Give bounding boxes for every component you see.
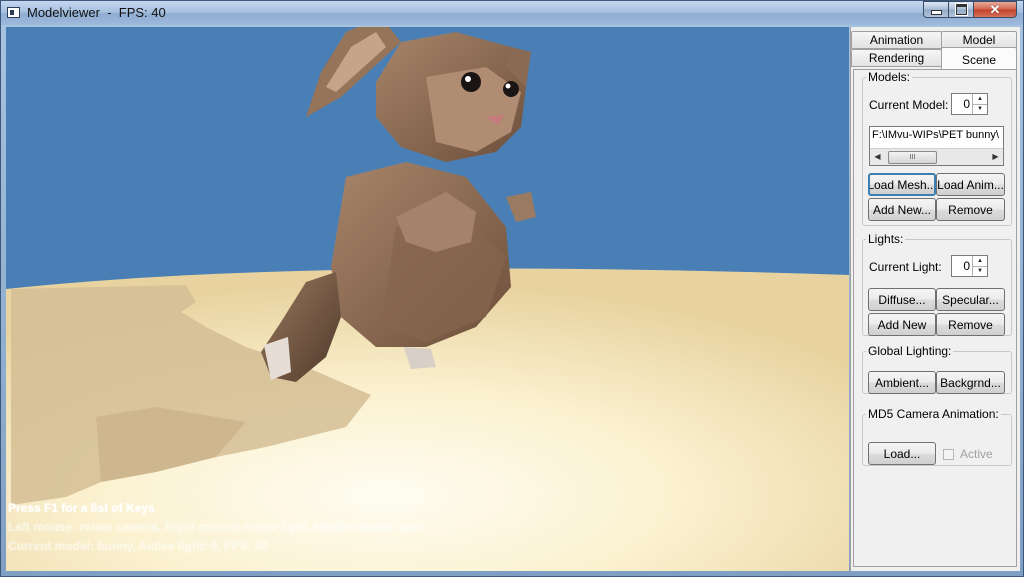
current-light-value: 0 <box>963 259 970 273</box>
spin-down-icon[interactable]: ▼ <box>973 266 987 276</box>
active-checkbox[interactable] <box>943 448 954 460</box>
maximize-icon <box>954 3 968 16</box>
help-text-line-3: Current model: bunny, Active light: 0, F… <box>8 539 269 553</box>
title-bar[interactable]: Modelviewer - FPS: 40 ✕ <box>1 1 1023 25</box>
camera-animation-group: MD5 Camera Animation: Load... Active <box>862 407 1012 466</box>
current-model-value: 0 <box>963 97 970 111</box>
tab-rendering[interactable]: Rendering <box>851 49 942 67</box>
load-camera-animation-button[interactable]: Load... <box>868 442 936 465</box>
window-icon[interactable] <box>7 7 20 18</box>
models-group: Models: Current Model: 0 ▲ ▼ F:\IMvu-WIP… <box>862 70 1012 226</box>
path-scrollbar[interactable]: ◀ III ▶ <box>870 148 1003 165</box>
model-path-field[interactable]: F:\IMvu-WIPs\PET bunny\ ◀ III ▶ <box>869 126 1004 166</box>
background-button[interactable]: Backgrnd... <box>936 371 1005 394</box>
add-new-light-button[interactable]: Add New <box>868 313 936 336</box>
current-model-label: Current Model: <box>869 98 949 112</box>
3d-viewport[interactable]: Press F1 for a list of Keys Left mouse: … <box>6 27 849 571</box>
specular-button[interactable]: Specular... <box>936 288 1005 311</box>
minimize-icon <box>930 10 942 15</box>
models-legend: Models: <box>868 70 911 84</box>
help-text-line-1: Press F1 for a list of Keys <box>8 501 155 515</box>
active-checkbox-label: Active <box>960 447 993 461</box>
load-anim-button[interactable]: Load Anim... <box>936 173 1005 196</box>
load-mesh-button[interactable]: Load Mesh... <box>868 173 936 196</box>
ambient-button[interactable]: Ambient... <box>868 371 936 394</box>
current-light-spinner[interactable]: 0 ▲ ▼ <box>951 255 988 277</box>
remove-light-button[interactable]: Remove <box>936 313 1005 336</box>
scroll-right-icon[interactable]: ▶ <box>988 149 1003 165</box>
current-model-spinner[interactable]: 0 ▲ ▼ <box>951 93 988 115</box>
add-new-model-button[interactable]: Add New... <box>868 198 936 221</box>
scroll-thumb[interactable]: III <box>888 151 937 164</box>
maximize-button[interactable] <box>949 1 974 18</box>
control-panel: Animation Model Rendering Scene Models: … <box>850 27 1020 571</box>
close-button[interactable]: ✕ <box>974 1 1017 18</box>
lights-group: Lights: Current Light: 0 ▲ ▼ Diffuse... … <box>862 232 1012 336</box>
scene-render <box>6 27 849 571</box>
global-lighting-group: Global Lighting: Ambient... Backgrnd... <box>862 344 1012 394</box>
tab-animation[interactable]: Animation <box>851 31 942 49</box>
diffuse-button[interactable]: Diffuse... <box>868 288 936 311</box>
current-light-label: Current Light: <box>869 260 942 274</box>
tab-scene[interactable]: Scene <box>941 47 1017 71</box>
window-controls: ✕ <box>923 1 1017 19</box>
app-window: Modelviewer - FPS: 40 ✕ Press F1 for a l… <box>0 0 1024 577</box>
active-checkbox-row[interactable]: Active <box>943 447 993 461</box>
lights-legend: Lights: <box>868 232 904 246</box>
camera-animation-legend: MD5 Camera Animation: <box>868 407 999 421</box>
window-title: Modelviewer - FPS: 40 <box>27 5 166 20</box>
model-path-text: F:\IMvu-WIPs\PET bunny\ <box>872 129 999 141</box>
minimize-button[interactable] <box>923 1 949 18</box>
scroll-left-icon[interactable]: ◀ <box>870 149 885 165</box>
scene-tab-content: Models: Current Model: 0 ▲ ▼ F:\IMvu-WIP… <box>853 69 1017 567</box>
spin-down-icon[interactable]: ▼ <box>973 104 987 114</box>
help-text-line-2: Left mouse: rotate camera, Right mouse: … <box>8 520 423 534</box>
close-icon: ✕ <box>989 1 1001 17</box>
global-lighting-legend: Global Lighting: <box>868 344 952 358</box>
remove-model-button[interactable]: Remove <box>936 198 1005 221</box>
